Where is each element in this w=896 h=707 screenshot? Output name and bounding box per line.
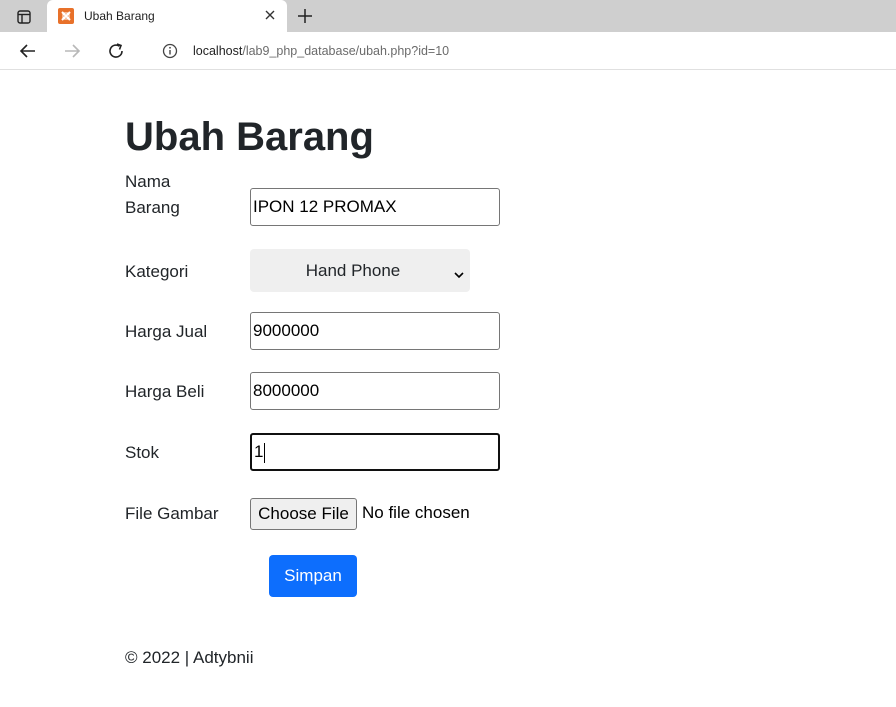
- simpan-button[interactable]: Simpan: [269, 555, 357, 597]
- browser-toolbar: localhost/lab9_php_database/ubah.php?id=…: [0, 32, 896, 70]
- stok-value: 1: [254, 442, 264, 461]
- harga-beli-input[interactable]: 8000000: [250, 372, 500, 410]
- footer-text: © 2022 | Adtybnii: [125, 648, 254, 667]
- nama-barang-label: Nama Barang: [125, 172, 180, 217]
- harga-jual-input[interactable]: 9000000: [250, 312, 500, 350]
- address-bar[interactable]: localhost/lab9_php_database/ubah.php?id=…: [146, 36, 896, 66]
- url-text: localhost/lab9_php_database/ubah.php?id=…: [193, 44, 449, 58]
- sidebar-panel-icon[interactable]: [8, 6, 40, 28]
- kategori-select[interactable]: Hand Phone: [250, 249, 470, 292]
- kategori-selected-value: Hand Phone: [305, 261, 401, 280]
- url-host: localhost: [193, 44, 243, 58]
- tab-title: Ubah Barang: [84, 9, 155, 23]
- text-caret: [264, 442, 266, 463]
- page-title: Ubah Barang: [125, 115, 374, 159]
- harga-jual-label: Harga Jual: [125, 322, 208, 341]
- refresh-icon[interactable]: [106, 41, 126, 61]
- chevron-down-icon: [454, 265, 464, 279]
- close-icon[interactable]: [263, 8, 277, 22]
- kategori-label: Kategori: [125, 262, 189, 281]
- choose-file-button[interactable]: Choose File: [250, 498, 357, 530]
- xampp-icon: [58, 8, 74, 24]
- info-icon[interactable]: [162, 43, 178, 59]
- arrow-left-icon[interactable]: [18, 41, 38, 61]
- harga-beli-label: Harga Beli: [125, 382, 205, 401]
- file-gambar-label: File Gambar: [125, 504, 219, 523]
- url-path: /lab9_php_database/ubah.php?id=10: [242, 44, 450, 58]
- plus-icon[interactable]: [296, 7, 314, 25]
- file-status-text: No file chosen: [362, 503, 470, 522]
- browser-tabbar: Ubah Barang: [0, 0, 896, 32]
- browser-tab[interactable]: Ubah Barang: [47, 0, 287, 32]
- stok-label: Stok: [125, 443, 160, 462]
- nama-barang-input[interactable]: IPON 12 PROMAX: [250, 188, 500, 226]
- stok-input[interactable]: 1: [250, 433, 500, 471]
- arrow-right-icon[interactable]: [62, 41, 82, 61]
